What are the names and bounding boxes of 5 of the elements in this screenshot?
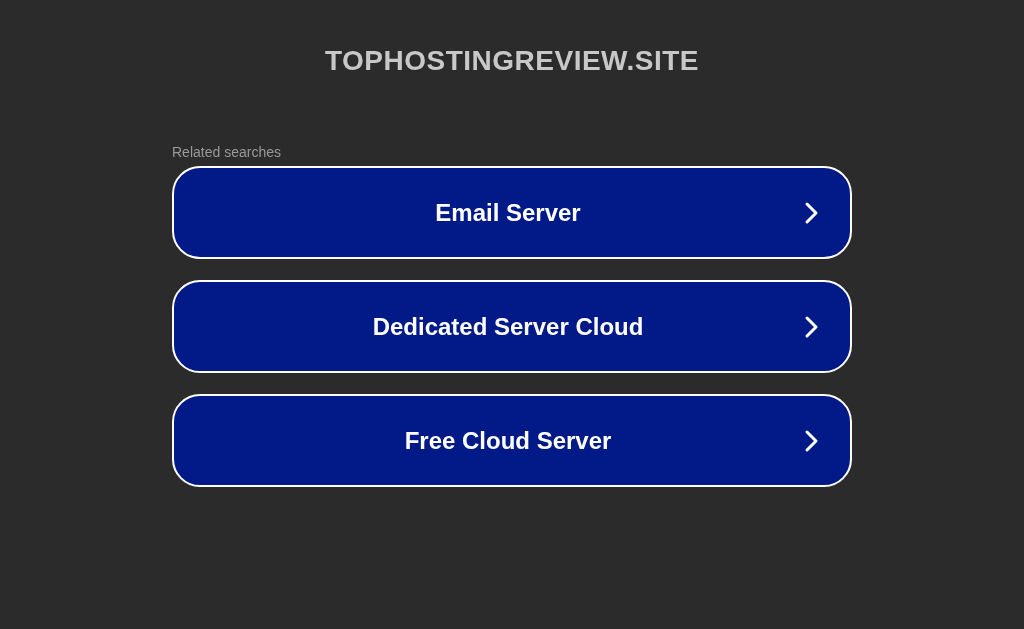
- site-title: TOPHOSTINGREVIEW.SITE: [324, 44, 699, 78]
- search-link[interactable]: Email Server: [172, 166, 852, 259]
- search-link[interactable]: Dedicated Server Cloud: [172, 280, 852, 373]
- search-link[interactable]: Free Cloud Server: [172, 394, 852, 487]
- related-searches-heading: Related searches: [172, 144, 281, 160]
